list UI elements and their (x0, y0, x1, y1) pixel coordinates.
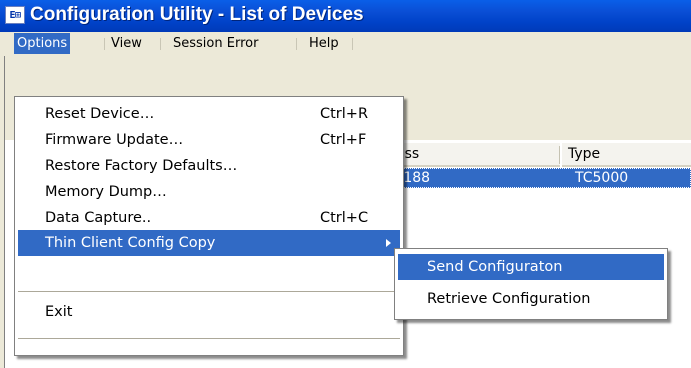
menu-item-accelerator: Ctrl+R (320, 106, 369, 122)
submenu-arrow-icon (386, 239, 391, 247)
menu-item-reset-device[interactable]: Reset Device… Ctrl+R (18, 101, 400, 127)
menu-item-label: Firmware Update… (45, 132, 184, 148)
window-title: Configuration Utility - List of Devices (30, 4, 364, 25)
menu-item-restore-factory-defaults[interactable]: Restore Factory Defaults… (18, 153, 400, 179)
menu-item-memory-dump[interactable]: Memory Dump… (18, 179, 400, 205)
menu-item-label: Restore Factory Defaults… (45, 158, 238, 174)
menu-item-accelerator: Ctrl+C (320, 210, 369, 226)
menu-item-thin-client-config-copy[interactable]: Thin Client Config Copy (18, 230, 400, 256)
menu-separator (18, 338, 400, 339)
menu-bar: Options View Session Error Help (0, 32, 691, 56)
menu-item-label: Retrieve Configuration (427, 291, 591, 307)
row-type: TC5000 (575, 170, 629, 186)
menubar-separator (104, 38, 105, 50)
menu-item-label: Reset Device… (45, 106, 155, 122)
menu-item-label: Thin Client Config Copy (45, 235, 216, 251)
menu-item-label: Data Capture.. (45, 210, 152, 226)
menu-item-retrieve-configuration[interactable]: Retrieve Configuration (398, 286, 664, 312)
client-left-border (0, 56, 5, 368)
menu-help[interactable]: Help (306, 33, 342, 54)
menu-item-send-configuration[interactable]: Send Configuraton (398, 254, 664, 280)
menubar-separator (296, 38, 297, 50)
menu-item-label: Exit (45, 304, 73, 320)
menu-item-label: Memory Dump… (45, 184, 167, 200)
menu-item-firmware-update[interactable]: Firmware Update… Ctrl+F (18, 127, 400, 153)
menu-item-data-capture[interactable]: Data Capture.. Ctrl+C (18, 205, 400, 231)
column-header-type[interactable]: Type (562, 143, 691, 167)
options-dropdown-menu: Reset Device… Ctrl+R Firmware Update… Ct… (14, 96, 404, 356)
menu-item-label: Send Configuraton (427, 259, 563, 275)
row-focus-rect (400, 168, 691, 188)
menu-view[interactable]: View (108, 33, 145, 54)
app-icon[interactable]: E⊞ (5, 6, 25, 24)
menubar-separator (160, 38, 161, 50)
menubar-separator (352, 38, 353, 50)
config-copy-submenu: Send Configuraton Retrieve Configuration (394, 248, 668, 320)
menu-item-accelerator: Ctrl+F (320, 132, 367, 148)
title-bar[interactable]: E⊞ Configuration Utility - List of Devic… (0, 0, 691, 32)
menu-options[interactable]: Options (14, 33, 71, 54)
menu-item-exit[interactable]: Exit (18, 299, 400, 325)
menu-separator (18, 291, 400, 292)
menu-session-error[interactable]: Session Error (170, 33, 261, 54)
app-icon-glyph: E⊞ (9, 9, 21, 21)
